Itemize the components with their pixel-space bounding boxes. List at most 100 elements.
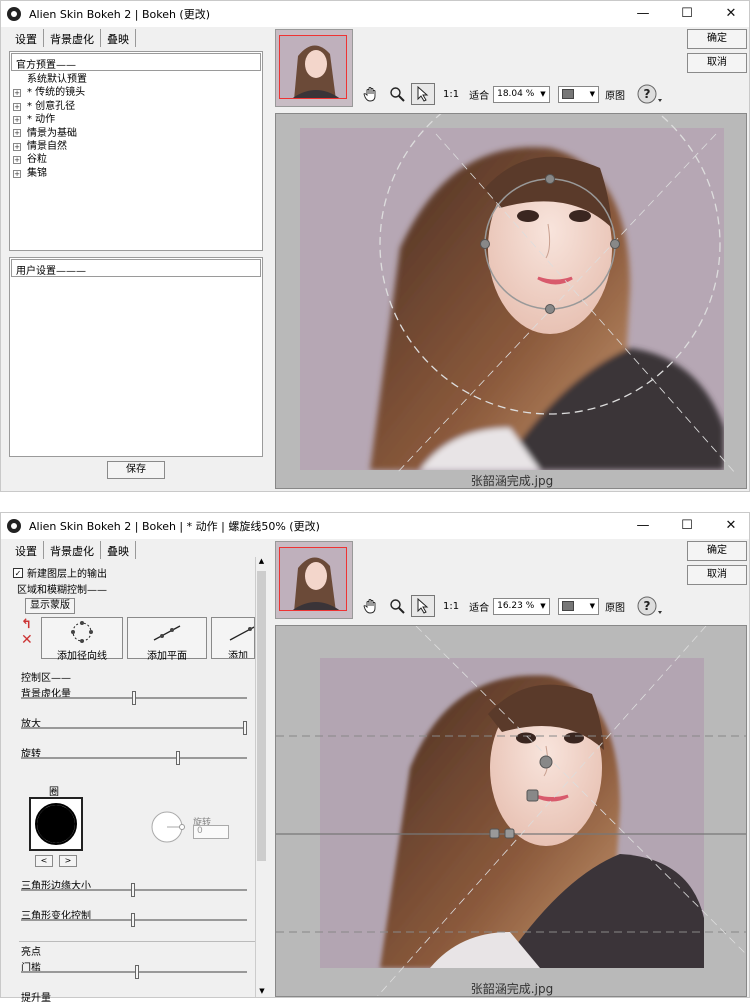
zoom-select[interactable]: 18.04 % ▼ [493, 85, 550, 103]
add-plane-button[interactable]: 添加平面 [127, 617, 207, 662]
slider-knob[interactable] [131, 883, 135, 897]
overlay-handle-top [539, 755, 553, 769]
close-button[interactable]: ✕ [713, 513, 749, 539]
divider [19, 941, 255, 942]
slider-knob[interactable] [131, 913, 135, 927]
preview-filename: 张韶涵完成.jpg [470, 982, 554, 996]
rotate-dial[interactable] [149, 809, 189, 845]
preview-area[interactable]: 张韶涵完成.jpg [275, 113, 747, 489]
preset-item[interactable]: + 集锦 [13, 167, 87, 180]
zoom-tool-icon[interactable] [385, 83, 409, 105]
zoom-1to1-button[interactable]: 1:1 [443, 89, 459, 100]
slider-track [21, 971, 247, 973]
select-tool-icon[interactable] [411, 83, 435, 105]
add-radial-label: 添加径向线 [57, 651, 107, 662]
bokeh-overlay[interactable] [276, 114, 747, 489]
original-button[interactable]: 原图 [605, 599, 625, 614]
slider-knob[interactable] [135, 965, 139, 979]
expand-icon[interactable]: + [13, 89, 21, 98]
add-radial-button[interactable]: 添加径向线 [41, 617, 123, 662]
triangle-size-label-slider[interactable]: 三角形边缘大小 [21, 877, 249, 897]
expand-icon[interactable]: + [13, 115, 21, 124]
zoom-tool-icon[interactable] [385, 595, 409, 617]
settings-scrollbar[interactable]: ▲ ▼ [255, 557, 267, 997]
tab-settings[interactable]: 设置 [9, 29, 44, 47]
help-button[interactable]: ? [635, 595, 665, 617]
undo-icon[interactable]: ↰ [21, 617, 39, 632]
slider-knob[interactable] [132, 691, 136, 705]
preset-label: 谷粒 [27, 154, 47, 166]
user-settings-panel [9, 257, 263, 457]
radial-icon [71, 621, 93, 643]
cancel-button[interactable]: 取消 [687, 565, 747, 585]
preset-item[interactable]: + 情景为基础 [13, 127, 87, 140]
save-button[interactable]: 保存 [107, 461, 165, 479]
preset-item[interactable]: + 情景自然 [13, 140, 87, 153]
user-settings-header: 用户设置——— [11, 259, 261, 277]
preview-area[interactable]: 张韶涵完成.jpg [275, 625, 747, 997]
bokeh-overlay[interactable] [276, 626, 747, 997]
expand-icon[interactable]: + [13, 129, 21, 138]
expand-icon[interactable]: + [13, 156, 21, 165]
maximize-button[interactable]: ☐ [669, 1, 705, 27]
tab-overlay[interactable]: 叠映 [101, 29, 136, 47]
preset-item[interactable]: + * 动作 [13, 113, 87, 126]
color-swatch [561, 89, 574, 99]
preset-item[interactable]: 系统默认预置 [13, 73, 87, 86]
fit-button[interactable]: 适合 [469, 87, 489, 102]
tab-bokeh[interactable]: 背景虚化 [44, 29, 101, 47]
scroll-thumb[interactable] [257, 571, 266, 861]
tab-settings[interactable]: 设置 [9, 541, 44, 559]
preset-label: * 动作 [27, 114, 56, 126]
preset-label: * 创意孔径 [27, 100, 76, 112]
minimize-button[interactable]: — [625, 513, 661, 539]
show-mask-button[interactable]: 显示蒙版 [25, 598, 75, 614]
preset-label: 情景自然 [27, 141, 67, 153]
expand-icon[interactable]: + [13, 142, 21, 151]
threshold-slider[interactable]: 门槛 [21, 959, 249, 979]
preset-item[interactable]: + 谷粒 [13, 153, 87, 166]
select-tool-icon[interactable] [411, 595, 435, 617]
tab-overlay[interactable]: 叠映 [101, 541, 136, 559]
zoom-1to1-button[interactable]: 1:1 [443, 601, 459, 612]
preset-item[interactable]: + * 传统的镜头 [13, 86, 87, 99]
original-button[interactable]: 原图 [605, 87, 625, 102]
slider-2[interactable]: 旋转 [21, 745, 249, 765]
delete-icon[interactable]: ✕ [21, 632, 39, 648]
close-button[interactable]: ✕ [713, 1, 749, 27]
ok-button[interactable]: 确定 [687, 29, 747, 49]
prev-shape-button[interactable]: < [35, 855, 53, 867]
hand-tool-icon[interactable] [359, 83, 383, 105]
scroll-down-icon[interactable]: ▼ [256, 987, 268, 995]
ok-button[interactable]: 确定 [687, 541, 747, 561]
add-third-button[interactable]: 添加羊 [211, 617, 255, 659]
scroll-up-icon[interactable]: ▲ [256, 557, 267, 565]
new-layer-checkbox[interactable]: ✓ 新建图层上的输出 [13, 565, 107, 580]
next-shape-button[interactable]: > [59, 855, 77, 867]
rotate-input[interactable]: 0 [193, 825, 229, 839]
tab-bokeh[interactable]: 背景虚化 [44, 541, 101, 559]
preview-thumbnail[interactable] [275, 29, 353, 107]
zoom-select[interactable]: 16.23 % ▼ [493, 597, 550, 615]
cancel-button[interactable]: 取消 [687, 53, 747, 73]
maximize-button[interactable]: ☐ [669, 513, 705, 539]
aperture-shape-preview[interactable] [29, 797, 83, 851]
triangle-change-label-slider[interactable]: 三角形变化控制 [21, 907, 249, 927]
chevron-down-icon: ▼ [589, 90, 596, 98]
slider-knob[interactable] [176, 751, 180, 765]
background-color-select[interactable]: ▼ [557, 597, 600, 615]
expand-icon[interactable]: + [13, 169, 21, 178]
slider-0[interactable]: 背景虚化量 [21, 685, 249, 705]
hand-tool-icon[interactable] [359, 595, 383, 617]
thumbnail-photo [279, 547, 347, 611]
slider-knob[interactable] [243, 721, 247, 735]
preset-item[interactable]: + * 创意孔径 [13, 100, 87, 113]
fit-button[interactable]: 适合 [469, 599, 489, 614]
slider-1[interactable]: 放大 [21, 715, 249, 735]
minimize-button[interactable]: — [625, 1, 661, 27]
background-color-select[interactable]: ▼ [557, 85, 600, 103]
preview-thumbnail[interactable] [275, 541, 353, 619]
expand-icon[interactable]: + [13, 102, 21, 111]
title-bar: Alien Skin Bokeh 2 | Bokeh (更改) — ☐ ✕ [1, 1, 749, 27]
help-button[interactable]: ? [635, 83, 665, 105]
